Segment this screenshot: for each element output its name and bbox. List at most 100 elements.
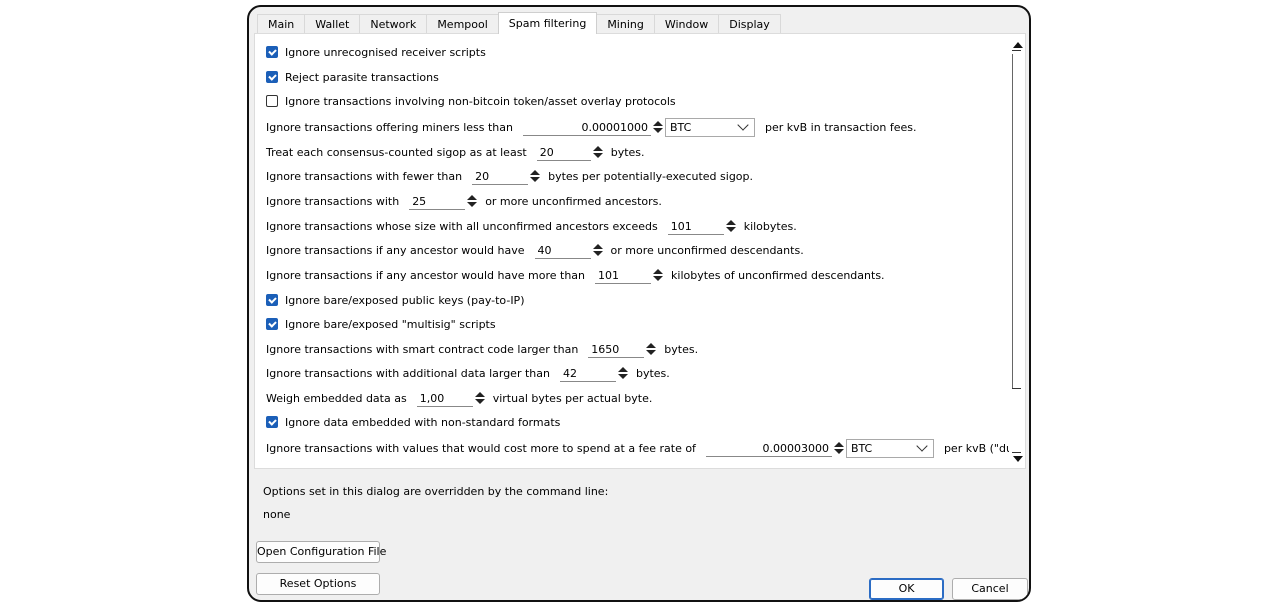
option-label: Ignore bare/exposed "multisig" scripts (285, 317, 496, 331)
option-ignore-unrecognised[interactable]: Ignore unrecognised receiver scripts (266, 42, 486, 62)
tab-display[interactable]: Display (718, 14, 781, 34)
vertical-scrollbar[interactable] (1009, 34, 1025, 468)
open-config-file-button[interactable]: Open Configuration File (256, 541, 386, 563)
weigh-data-value[interactable]: 1,00 (416, 389, 473, 407)
checkbox-bare-pubkeys[interactable] (266, 294, 278, 306)
checkbox-reject-parasite[interactable] (266, 71, 278, 83)
option-smart-contract: Ignore transactions with smart contract … (266, 339, 698, 359)
tab-main[interactable]: Main (257, 14, 306, 34)
option-label: bytes. (635, 366, 670, 380)
tab-mempool[interactable]: Mempool (426, 14, 499, 34)
option-label: kilobytes. (743, 219, 797, 233)
additional-data-spinbox[interactable]: 42 (559, 364, 628, 382)
scroll-track-top (1012, 50, 1021, 51)
tab-spam-filtering[interactable]: Spam filtering (497, 12, 598, 34)
option-label: Ignore transactions involving non-bitcoi… (285, 94, 676, 108)
option-descendant-size: Ignore transactions if any ancestor woul… (266, 265, 885, 285)
option-label: bytes. (610, 145, 645, 159)
additional-data-value[interactable]: 42 (559, 364, 616, 382)
option-label: Ignore transactions if any ancestor woul… (266, 243, 525, 257)
option-ignore-overlay[interactable]: Ignore transactions involving non-bitcoi… (266, 91, 676, 111)
option-label: Reject parasite transactions (285, 70, 439, 84)
checkbox-ignore-unrecognised[interactable] (266, 46, 278, 58)
option-label: Ignore data embedded with non-standard f… (285, 415, 561, 429)
option-label: Ignore transactions with values that wou… (266, 441, 696, 455)
dust-unit-select[interactable]: BTC (845, 438, 934, 458)
ancestor-size-spinbox[interactable]: 101 (667, 217, 736, 235)
spin-arrows-icon[interactable] (652, 121, 663, 133)
option-bare-multisig[interactable]: Ignore bare/exposed "multisig" scripts (266, 314, 496, 334)
ancestor-size-value[interactable]: 101 (667, 217, 724, 235)
override-note: Options set in this dialog are overridde… (263, 485, 609, 498)
option-label: bytes. (664, 342, 699, 356)
weigh-data-spinbox[interactable]: 1,00 (416, 389, 485, 407)
option-reject-parasite[interactable]: Reject parasite transactions (266, 67, 439, 87)
descendant-size-spinbox[interactable]: 101 (595, 266, 664, 284)
spin-arrows-icon[interactable] (646, 343, 657, 355)
descendants-value[interactable]: 40 (534, 241, 591, 259)
spam-filtering-panel: Ignore unrecognised receiver scripts Rej… (254, 33, 1026, 469)
spin-arrows-icon[interactable] (530, 170, 541, 182)
option-weigh-data: Weigh embedded data as 1,00 virtual byte… (266, 388, 652, 408)
min-fee-unit-select[interactable]: BTC (664, 117, 755, 137)
option-descendants: Ignore transactions if any ancestor woul… (266, 240, 804, 260)
dust-value[interactable]: 0.00003000 (705, 439, 832, 457)
bytes-per-sigop-value[interactable]: 20 (472, 167, 529, 185)
spin-arrows-icon[interactable] (617, 367, 628, 379)
scroll-down-arrow-icon[interactable] (1013, 456, 1023, 462)
spin-arrows-icon[interactable] (833, 442, 844, 454)
scroll-up-arrow-icon[interactable] (1013, 42, 1023, 48)
tab-wallet[interactable]: Wallet (304, 14, 361, 34)
checkbox-ignore-overlay[interactable] (266, 95, 278, 107)
spin-arrows-icon[interactable] (474, 392, 485, 404)
checkbox-bare-multisig[interactable] (266, 318, 278, 330)
tab-bar: Main Wallet Network Mempool Spam filteri… (257, 12, 781, 34)
smart-contract-value[interactable]: 1650 (588, 340, 645, 358)
scroll-thumb[interactable] (1012, 54, 1013, 388)
option-ancestor-size: Ignore transactions whose size with all … (266, 216, 797, 236)
option-label: Ignore transactions with (266, 194, 400, 208)
checkbox-nonstandard-data[interactable] (266, 416, 278, 428)
option-additional-data: Ignore transactions with additional data… (266, 363, 670, 383)
spin-arrows-icon[interactable] (653, 269, 664, 281)
min-fee-value[interactable]: 0.00001000 (522, 118, 651, 136)
ancestors-spinbox[interactable]: 25 (409, 192, 478, 210)
option-sigop: Treat each consensus-counted sigop as at… (266, 142, 645, 162)
smart-contract-spinbox[interactable]: 1650 (588, 340, 657, 358)
option-label: per kvB in transaction fees. (764, 120, 917, 134)
option-label: Ignore transactions with smart contract … (266, 342, 579, 356)
option-bare-pubkeys[interactable]: Ignore bare/exposed public keys (pay-to-… (266, 290, 525, 310)
spin-arrows-icon[interactable] (592, 146, 603, 158)
option-label: Weigh embedded data as (266, 391, 407, 405)
tab-mining[interactable]: Mining (596, 14, 655, 34)
ok-button[interactable]: OK (869, 578, 944, 600)
chevron-down-icon (737, 119, 749, 131)
reset-options-button[interactable]: Reset Options (256, 573, 380, 595)
option-label: Ignore transactions with additional data… (266, 366, 550, 380)
spin-arrows-icon[interactable] (592, 244, 603, 256)
spin-arrows-icon[interactable] (725, 220, 736, 232)
tab-network[interactable]: Network (359, 14, 428, 34)
option-label: Ignore bare/exposed public keys (pay-to-… (285, 293, 525, 307)
cancel-button[interactable]: Cancel (952, 578, 1028, 600)
scroll-thumb-end (1012, 388, 1021, 389)
sigop-value[interactable]: 20 (536, 143, 591, 161)
option-label: Treat each consensus-counted sigop as at… (266, 145, 527, 159)
bytes-per-sigop-spinbox[interactable]: 20 (472, 167, 541, 185)
option-label: Ignore transactions with fewer than (266, 169, 463, 183)
ancestors-value[interactable]: 25 (409, 192, 466, 210)
option-dust: Ignore transactions with values that wou… (266, 438, 1025, 458)
descendant-size-value[interactable]: 101 (595, 266, 652, 284)
sigop-spinbox[interactable]: 20 (536, 143, 603, 161)
option-min-fee: Ignore transactions offering miners less… (266, 117, 916, 137)
spin-arrows-icon[interactable] (467, 195, 478, 207)
option-label: Ignore transactions whose size with all … (266, 219, 658, 233)
option-nonstandard-data[interactable]: Ignore data embedded with non-standard f… (266, 412, 560, 432)
option-label: or more unconfirmed ancestors. (485, 194, 662, 208)
min-fee-spinbox[interactable]: 0.00001000 (522, 118, 663, 136)
tab-window[interactable]: Window (653, 14, 720, 34)
unit-value: BTC (669, 120, 692, 134)
descendants-spinbox[interactable]: 40 (534, 241, 603, 259)
option-label: virtual bytes per actual byte. (492, 391, 653, 405)
dust-spinbox[interactable]: 0.00003000 (705, 439, 844, 457)
